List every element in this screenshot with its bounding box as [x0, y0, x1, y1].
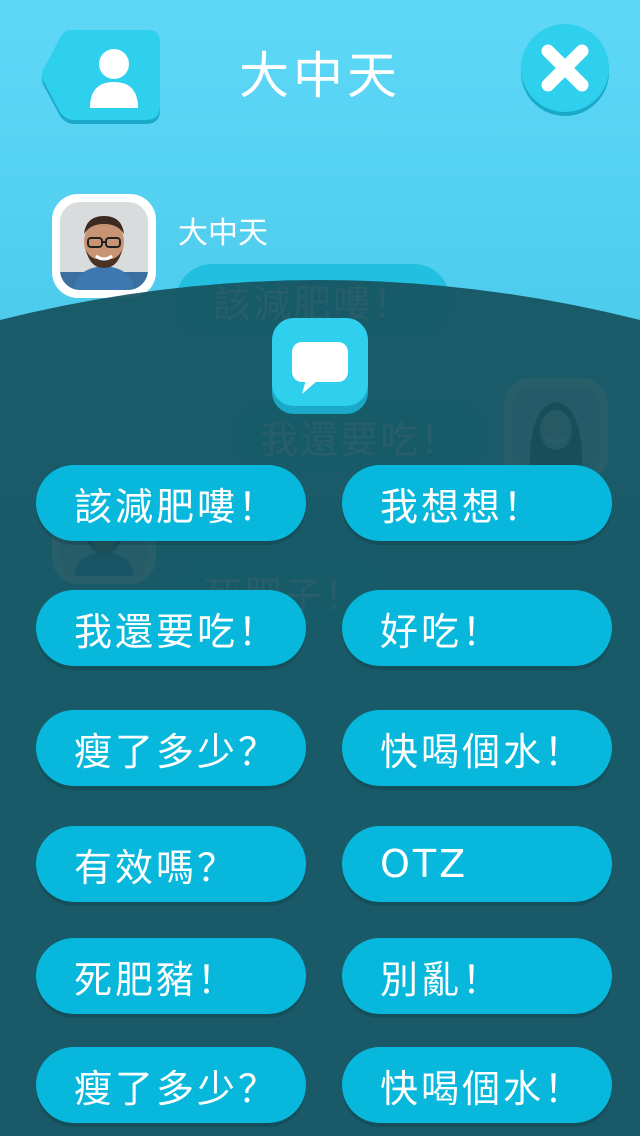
phrase-button[interactable]: 瘦了多少？ — [36, 710, 306, 786]
phrase-button[interactable]: 別亂！ — [342, 938, 612, 1014]
phrase-button[interactable]: 我想想！ — [342, 465, 612, 541]
phrase-button[interactable]: 我還要吃！ — [36, 590, 306, 666]
phrase-button[interactable]: 死肥豬！ — [36, 938, 306, 1014]
phrase-button[interactable]: 快喝個水！ — [342, 1047, 612, 1123]
phrase-button[interactable]: 有效嗎？ — [36, 826, 306, 902]
phrase-button[interactable]: 好吃！ — [342, 590, 612, 666]
phrase-grid: 該減肥嘍！ 我想想！ 我還要吃！ 好吃！ 瘦了多少？ 快喝個水！ 有效嗎？ OT… — [0, 0, 640, 1136]
phrase-button[interactable]: OTZ — [342, 826, 612, 902]
phrase-button[interactable]: 該減肥嘍！ — [36, 465, 306, 541]
phrase-button[interactable]: 瘦了多少？ — [36, 1047, 306, 1123]
phrase-button[interactable]: 快喝個水！ — [342, 710, 612, 786]
